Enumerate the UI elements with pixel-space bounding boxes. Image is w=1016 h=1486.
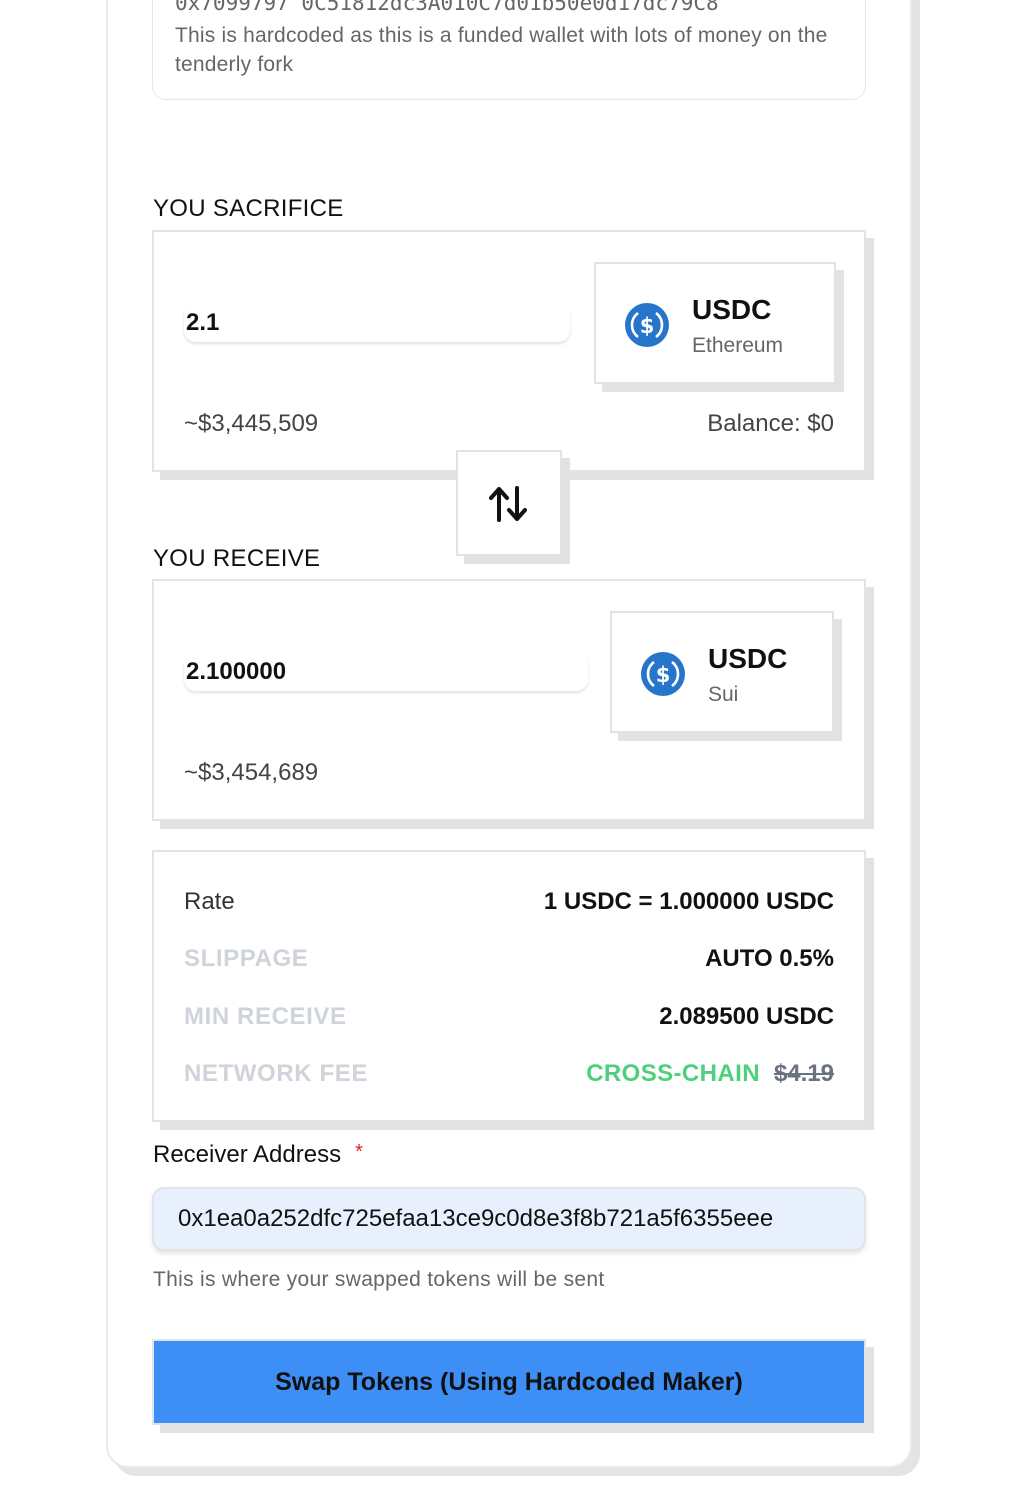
swap-details-panel: Rate 1 USDC = 1.000000 USDC SLIPPAGE AUT…: [152, 850, 866, 1122]
receive-amount-input[interactable]: 2.100000: [184, 653, 588, 691]
receive-usd-value: ~$3,454,689: [184, 759, 319, 786]
receiver-address-input[interactable]: 0x1ea0a252dfc725efaa13ce9c0d8e3f8b721a5f…: [152, 1187, 866, 1251]
cross-chain-badge: CROSS-CHAIN: [586, 1060, 760, 1087]
receiver-address-label-text: Receiver Address: [153, 1141, 342, 1168]
sacrifice-panel: 2.1 $ USDC Ethereum ~$3,445,509 Balance:…: [152, 230, 866, 472]
sacrifice-token-symbol: USDC: [692, 294, 772, 325]
svg-text:$: $: [656, 663, 671, 687]
wallet-info-box: 0x7099797 0C51812dc3A010C7d01b50e0d17dc7…: [152, 0, 866, 100]
receive-panel: 2.100000 $ USDC Sui ~$3,454,689: [152, 579, 866, 821]
rate-row: Rate 1 USDC = 1.000000 USDC: [184, 888, 834, 918]
rate-value: 1 USDC = 1.000000 USDC: [543, 888, 834, 915]
sacrifice-balance: Balance: $0: [707, 410, 834, 437]
network-fee-row: NETWORK FEE CROSS-CHAIN $4.19: [184, 1060, 834, 1090]
swap-arrows-icon: [489, 486, 527, 522]
svg-text:$: $: [640, 314, 655, 338]
min-receive-row: MIN RECEIVE 2.089500 USDC: [184, 1003, 834, 1033]
usdc-icon: $: [641, 652, 685, 696]
network-fee-label: NETWORK FEE: [184, 1060, 368, 1087]
rate-label: Rate: [184, 888, 235, 915]
slippage-row: SLIPPAGE AUTO 0.5%: [184, 945, 834, 975]
network-fee-old: $4.19: [773, 1060, 834, 1087]
slippage-label: SLIPPAGE: [184, 945, 309, 972]
wallet-note: This is hardcoded as this is a funded wa…: [175, 24, 828, 76]
sacrifice-token-chain: Ethereum: [692, 334, 784, 357]
required-mark: *: [355, 1141, 363, 1163]
network-fee-value: CROSS-CHAIN $4.19: [586, 1060, 834, 1088]
min-receive-value: 2.089500 USDC: [659, 1003, 834, 1030]
swap-tokens-button[interactable]: Swap Tokens (Using Hardcoded Maker): [152, 1339, 866, 1425]
swap-direction-button[interactable]: [456, 450, 562, 556]
min-receive-label: MIN RECEIVE: [184, 1003, 347, 1030]
receive-token-symbol: USDC: [708, 643, 788, 674]
sacrifice-amount-input[interactable]: 2.1: [184, 304, 570, 342]
sacrifice-label: YOU SACRIFICE: [153, 195, 344, 222]
wallet-address: 0x7099797 0C51812dc3A010C7d01b50e0d17dc7…: [175, 0, 719, 15]
usdc-icon: $: [625, 303, 669, 347]
sacrifice-token-select[interactable]: $ USDC Ethereum: [594, 262, 836, 384]
receive-token-select[interactable]: $ USDC Sui: [610, 611, 834, 733]
receiver-address-label: Receiver Address *: [153, 1141, 363, 1169]
receive-label: YOU RECEIVE: [153, 545, 321, 572]
receive-token-chain: Sui: [708, 683, 739, 706]
sacrifice-usd-value: ~$3,445,509: [184, 410, 319, 437]
receiver-address-hint: This is where your swapped tokens will b…: [153, 1268, 605, 1291]
slippage-value[interactable]: AUTO 0.5%: [705, 945, 834, 973]
